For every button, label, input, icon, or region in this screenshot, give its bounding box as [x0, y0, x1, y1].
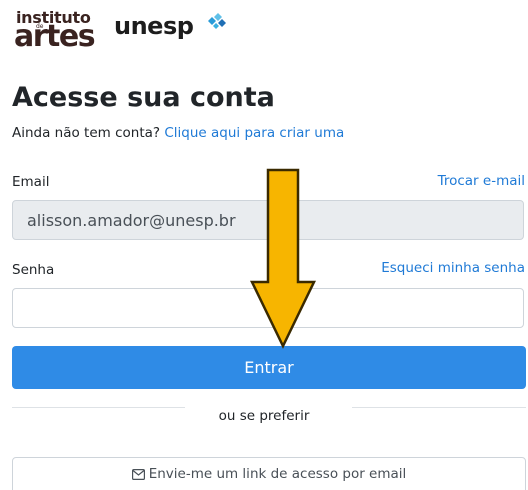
page-title: Acesse sua conta: [12, 82, 275, 113]
logo-line-artes: artes: [14, 19, 96, 54]
email-label: Email: [12, 174, 50, 190]
forgot-password-link[interactable]: Esqueci minha senha: [381, 260, 525, 276]
unesp-logo-mark-icon: [208, 13, 226, 29]
send-access-link-button[interactable]: Envie-me um link de acesso por email: [12, 457, 526, 490]
no-account-text: Ainda não tem conta?: [12, 125, 161, 141]
envelope-icon: [131, 469, 145, 480]
unesp-logo-text: unesp: [114, 12, 194, 40]
login-page: instituto de artes unesp Acesse sua cont…: [0, 0, 528, 490]
change-email-link[interactable]: Trocar e-mail: [438, 173, 525, 189]
password-field[interactable]: [12, 288, 524, 328]
login-button[interactable]: Entrar: [12, 346, 526, 389]
logo: instituto de artes unesp: [14, 4, 254, 54]
send-access-link-label: Envie-me um link de acesso por email: [148, 466, 407, 482]
password-label: Senha: [12, 262, 55, 278]
signup-prompt: Ainda não tem conta? Clique aqui para cr…: [12, 125, 344, 141]
divider-text: ou se preferir: [218, 408, 310, 424]
create-account-link[interactable]: Clique aqui para criar uma: [164, 125, 344, 141]
instituto-de-artes-logo: instituto de artes: [14, 4, 104, 54]
email-field[interactable]: [12, 200, 524, 240]
